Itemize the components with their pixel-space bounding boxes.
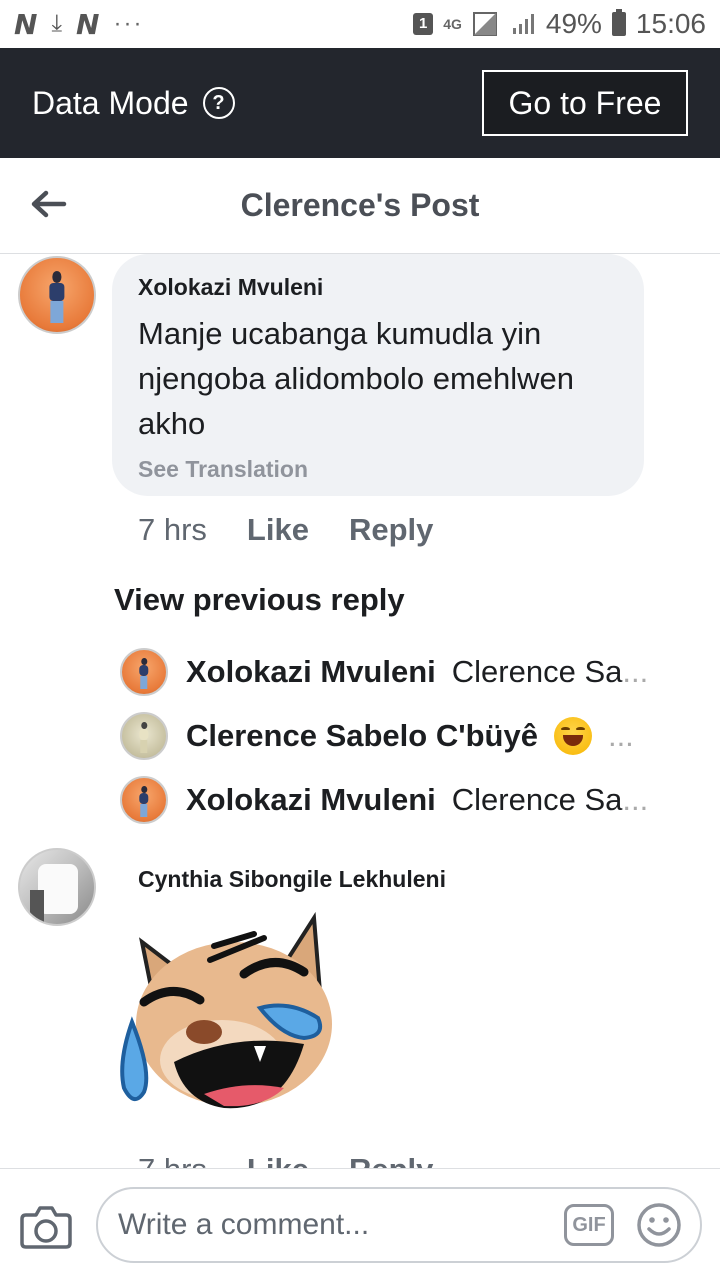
comment-time: 7 hrs <box>138 512 207 547</box>
post-header: Clerence's Post <box>0 158 720 254</box>
avatar <box>120 776 168 824</box>
comment-field[interactable]: GIF <box>96 1187 702 1263</box>
reply-snippet: ... <box>607 718 634 753</box>
comment-time: 7 hrs <box>138 1152 207 1168</box>
cell-signal-icon <box>512 14 534 34</box>
clock: 15:06 <box>635 8 706 39</box>
reply-item[interactable]: Xolokazi Mvuleni Clerence Sa... <box>120 648 680 696</box>
data-mode-banner: Data Mode ? Go to Free <box>0 48 720 158</box>
emoji-smile-icon[interactable] <box>636 1202 682 1248</box>
reply-author: Xolokazi Mvuleni <box>186 782 436 817</box>
more-dots-icon: ··· <box>113 10 144 37</box>
avatar[interactable] <box>18 848 96 926</box>
download-icon: ⤓ <box>51 10 63 37</box>
comment-actions: 7 hrs Like Reply <box>138 512 433 548</box>
avatar <box>120 648 168 696</box>
sim-slot-icon: 1 <box>413 13 434 35</box>
data-mode-label: Data Mode <box>32 84 189 121</box>
status-bar: N ⤓ N ··· 1 4G 49% 15:06 <box>0 0 720 48</box>
back-arrow-icon[interactable] <box>28 184 68 224</box>
page-title: Clerence's Post <box>240 187 480 223</box>
avatar[interactable] <box>18 256 96 334</box>
network-type-icon: 4G <box>443 16 462 32</box>
battery-percent: 49% <box>545 8 602 39</box>
go-to-free-button[interactable]: Go to Free <box>482 70 688 136</box>
avatar <box>120 712 168 760</box>
laughing-cat-sticker <box>120 912 332 1109</box>
reply-item[interactable]: Clerence Sabelo C'büyê ... <box>120 712 680 760</box>
comment-composer: GIF <box>0 1168 720 1280</box>
comment-text: Manje ucabanga kumudla yin njengoba alid… <box>138 316 575 441</box>
comment-input[interactable] <box>118 1208 564 1242</box>
signal-icon <box>472 12 497 36</box>
reply-button[interactable]: Reply <box>349 1152 433 1168</box>
like-button[interactable]: Like <box>247 1152 309 1168</box>
reply-snippet: Clerence Sa... <box>451 654 649 689</box>
help-icon[interactable]: ? <box>202 87 235 119</box>
reply-button[interactable]: Reply <box>349 512 433 548</box>
comment-author[interactable]: Cynthia Sibongile Lekhuleni <box>138 866 446 893</box>
netflix-n-icon: N <box>76 7 100 41</box>
view-previous-reply-link[interactable]: View previous reply <box>114 582 405 618</box>
camera-icon[interactable] <box>20 1203 72 1249</box>
tears-of-joy-emoji-icon <box>553 717 592 755</box>
battery-icon <box>611 9 626 36</box>
gif-button[interactable]: GIF <box>564 1204 614 1246</box>
reply-author: Xolokazi Mvuleni <box>186 654 436 689</box>
comment-author[interactable]: Xolokazi Mvuleni <box>138 274 618 301</box>
comment-actions-cut: 7 hrs Like Reply <box>0 1148 720 1168</box>
comment-bubble: Xolokazi Mvuleni Manje ucabanga kumudla … <box>112 254 644 496</box>
reply-author: Clerence Sabelo C'büyê <box>186 718 538 753</box>
reply-snippet: Clerence Sa... <box>451 782 649 817</box>
reply-item[interactable]: Xolokazi Mvuleni Clerence Sa... <box>120 776 680 824</box>
netflix-n-icon: N <box>14 7 38 41</box>
like-button[interactable]: Like <box>247 512 309 548</box>
see-translation-link[interactable]: See Translation <box>138 456 618 483</box>
